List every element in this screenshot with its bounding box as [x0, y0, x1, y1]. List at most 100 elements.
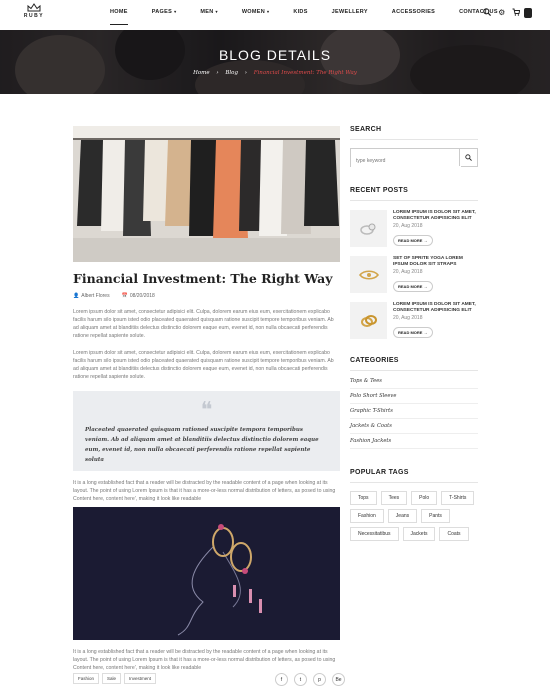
- logo-text: RUBY: [23, 13, 45, 19]
- read-more-button[interactable]: READ MORE →: [393, 281, 433, 292]
- behance-icon[interactable]: Be: [332, 673, 345, 686]
- nav-item-label: JEWELLERY: [331, 9, 368, 15]
- post-tag[interactable]: Fashion: [73, 673, 100, 684]
- tag-item[interactable]: Polo: [411, 491, 438, 505]
- tag-item[interactable]: Necessitatibus: [350, 527, 399, 541]
- page-title: BLOG DETAILS: [218, 47, 332, 63]
- post-date: 📅 08/20/2018: [122, 293, 155, 299]
- calendar-icon: 📅: [121, 293, 128, 299]
- nav-item-men[interactable]: MEN ▾: [200, 9, 217, 21]
- recent-post: SET OF SPRITE YOGA LOREM IPSUM DOLOR SIT…: [350, 256, 478, 293]
- post-paragraph: Lorem ipsum dolor sit amet, consectetur …: [73, 350, 334, 380]
- nav-item-label: KIDS: [293, 9, 308, 15]
- user-icon: 👤: [73, 293, 80, 299]
- post-featured-image: [73, 126, 340, 262]
- share-buttons: f t p Be: [275, 673, 345, 686]
- blog-post: Financial Investment: The Right Way 👤 Alb…: [73, 126, 340, 672]
- read-more-button[interactable]: READ MORE →: [393, 327, 433, 338]
- quote-icon: ❝: [200, 398, 213, 423]
- cart-icon[interactable]: 0: [512, 8, 532, 18]
- recent-posts-heading: RECENT POSTS: [350, 187, 478, 201]
- tag-item[interactable]: Jeans: [387, 509, 418, 523]
- nav-item-home[interactable]: HOME: [110, 9, 128, 25]
- breadcrumb-current: Financial Investment: The Right Way: [253, 70, 357, 76]
- recent-post-title[interactable]: LOREM IPSUM IS DOLOR SIT AMET, CONSECTET…: [393, 302, 478, 314]
- post-paragraph: Lorem ipsum dolor sit amet, consectetur …: [73, 309, 334, 339]
- recent-post-date: 20, Aug 2018: [393, 223, 423, 229]
- author-name: Albert Flores: [81, 293, 110, 299]
- site-header: RUBY HOME PAGES ▾ MEN ▾ WOMEN ▾ KIDS JEWELLERY AC…: [0, 0, 550, 30]
- logo[interactable]: RUBY: [20, 3, 48, 19]
- tag-item[interactable]: Coats: [439, 527, 469, 541]
- chevron-right-icon: ›: [244, 70, 247, 76]
- post-jewelry-image: [73, 507, 340, 640]
- post-paragraph: It is a long established fact that a rea…: [73, 480, 336, 502]
- main-nav: HOME PAGES ▾ MEN ▾ WOMEN ▾ KIDS JEWELLERY ACCESSO…: [110, 9, 522, 25]
- category-item[interactable]: Polo Short Sleeve: [350, 389, 478, 404]
- recent-post: LOREM IPSUM IS DOLOR SIT AMET, CONSECTET…: [350, 302, 478, 339]
- breadcrumb-home[interactable]: Home: [193, 70, 210, 76]
- tag-item[interactable]: Tees: [380, 491, 408, 505]
- post-tag[interactable]: Investment: [124, 673, 157, 684]
- popular-tags-heading: POPULAR TAGS: [350, 469, 478, 483]
- post-tags: Fashion Sale Investment: [73, 673, 157, 684]
- search-icon: [465, 154, 472, 161]
- tag-item[interactable]: Fashion: [350, 509, 384, 523]
- header-icons: ⚙ 0: [483, 8, 532, 18]
- breadcrumb-blog[interactable]: Blog: [225, 70, 238, 76]
- blockquote: ❝ Placeated quaerated quisquam rationed …: [73, 391, 340, 471]
- search-heading: SEARCH: [350, 126, 478, 140]
- category-item[interactable]: Tops & Tees: [350, 374, 478, 389]
- tag-item[interactable]: Tops: [350, 491, 377, 505]
- nav-item-label: HOME: [110, 9, 128, 15]
- nav-item-label: ACCESSORIES: [391, 9, 436, 15]
- date-value: 08/20/2018: [129, 293, 155, 299]
- nav-item-label: PAGES: [151, 9, 173, 15]
- post-paragraph: It is a long established fact that a rea…: [73, 649, 336, 671]
- recent-post-thumb[interactable]: [350, 256, 387, 293]
- category-item[interactable]: Fashion Jackets: [350, 434, 478, 449]
- hero-banner: BLOG DETAILS Home › Blog › Financial Inv…: [0, 30, 550, 94]
- nav-item-accessories[interactable]: ACCESSORIES: [392, 9, 435, 21]
- nav-item-women[interactable]: WOMEN ▾: [242, 9, 270, 21]
- recent-post-date: 20, Aug 2018: [393, 269, 423, 275]
- nav-item-kids[interactable]: KIDS: [293, 9, 307, 21]
- nav-item-pages[interactable]: PAGES ▾: [152, 9, 177, 21]
- post-title: Financial Investment: The Right Way: [73, 271, 333, 286]
- recent-post-thumb[interactable]: [350, 302, 387, 339]
- search-button[interactable]: [459, 149, 477, 166]
- recent-post-title[interactable]: SET OF SPRITE YOGA LOREM IPSUM DOLOR SIT…: [393, 256, 478, 268]
- twitter-icon[interactable]: t: [294, 673, 307, 686]
- categories-heading: CATEGORIES: [350, 357, 478, 371]
- post-author[interactable]: 👤 Albert Flores: [73, 293, 110, 299]
- crown-icon: [27, 3, 41, 12]
- chevron-right-icon: ›: [216, 70, 219, 76]
- nav-item-label: WOMEN: [241, 9, 266, 15]
- nav-item-jewellery[interactable]: JEWELLERY: [332, 9, 368, 21]
- category-item[interactable]: Jackets & Coats: [350, 419, 478, 434]
- popular-tags: Tops Tees Polo T-Shirts Fashion Jeans Pa…: [350, 491, 478, 541]
- facebook-icon[interactable]: f: [275, 673, 288, 686]
- category-item[interactable]: Graphic T-Shirts: [350, 404, 478, 419]
- tag-item[interactable]: T-Shirts: [441, 491, 475, 505]
- sidebar: SEARCH RECENT POSTS LOREM IPSUM IS DOLOR…: [350, 126, 478, 541]
- search-input[interactable]: [351, 152, 461, 170]
- chevron-down-icon: ▾: [215, 9, 218, 14]
- post-tag[interactable]: Sale: [102, 673, 122, 684]
- recent-post: LOREM IPSUM IS DOLOR SIT AMET, CONSECTET…: [350, 210, 478, 247]
- search-box: [350, 148, 478, 170]
- breadcrumb: Home › Blog › Financial Investment: The …: [0, 70, 550, 76]
- chevron-down-icon: ▾: [174, 9, 177, 14]
- nav-item-label: MEN: [200, 9, 214, 15]
- pinterest-icon[interactable]: p: [313, 673, 326, 686]
- tag-item[interactable]: Pants: [421, 509, 450, 523]
- tag-item[interactable]: Jackets: [402, 527, 436, 541]
- search-icon[interactable]: [483, 8, 492, 18]
- read-more-button[interactable]: READ MORE →: [393, 235, 433, 246]
- recent-post-title[interactable]: LOREM IPSUM IS DOLOR SIT AMET, CONSECTET…: [393, 210, 478, 222]
- gear-icon[interactable]: ⚙: [498, 9, 505, 17]
- chevron-down-icon: ▾: [267, 9, 270, 14]
- quote-text: Placeated quaerated quisquam rationed su…: [85, 427, 319, 463]
- recent-post-thumb[interactable]: [350, 210, 387, 247]
- category-list: Tops & Tees Polo Short Sleeve Graphic T-…: [350, 374, 478, 449]
